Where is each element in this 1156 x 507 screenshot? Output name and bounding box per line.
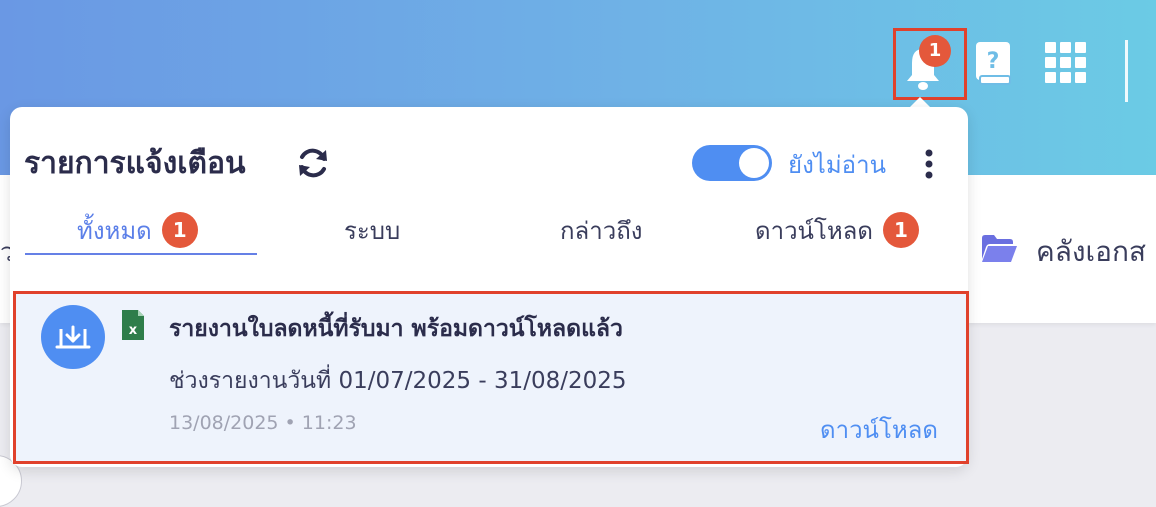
tab-downloads[interactable]: ดาวน์โหลด 1 xyxy=(755,205,919,255)
unread-toggle[interactable] xyxy=(692,145,772,181)
tab-downloads-label: ดาวน์โหลด xyxy=(755,216,873,245)
document-library-link[interactable]: คลังเอกส xyxy=(1036,230,1146,274)
tab-system[interactable]: ระบบ xyxy=(344,205,400,255)
panel-title: รายการแจ้งเตือน xyxy=(24,146,246,181)
toggle-knob xyxy=(739,148,769,178)
download-icon xyxy=(55,325,91,349)
notification-timestamp: 13/08/2025 • 11:23 xyxy=(169,412,357,434)
svg-text:?: ? xyxy=(987,49,1000,74)
active-tab-indicator xyxy=(25,253,257,255)
partial-menu-text: ว xyxy=(0,238,10,268)
tab-all-label: ทั้งหมด xyxy=(77,216,152,245)
unread-toggle-label[interactable]: ยังไม่อ่าน xyxy=(788,145,886,184)
folder-open-icon xyxy=(982,235,1017,262)
excel-file-icon: x xyxy=(122,310,144,340)
tab-system-label: ระบบ xyxy=(344,216,401,245)
download-link[interactable]: ดาวน์โหลด xyxy=(820,410,938,449)
notification-count-badge: 1 xyxy=(919,35,951,67)
tab-downloads-badge: 1 xyxy=(882,212,919,248)
tab-all[interactable]: ทั้งหมด 1 xyxy=(77,205,198,255)
help-book-icon[interactable]: ? xyxy=(974,40,1014,86)
more-options-icon[interactable] xyxy=(919,147,939,183)
header-divider xyxy=(1125,40,1128,102)
notification-title: รายงานใบลดหนี้ที่รับมา พร้อมดาวน์โหลดแล้… xyxy=(169,316,623,342)
tab-all-badge: 1 xyxy=(161,212,198,248)
tab-mentions-label: กล่าวถึง xyxy=(560,216,643,245)
apps-grid-icon[interactable] xyxy=(1045,42,1087,84)
svg-text:x: x xyxy=(129,323,138,338)
notification-description: ช่วงรายงานวันที่ 01/07/2025 - 31/08/2025 xyxy=(169,368,627,394)
notification-type-badge xyxy=(41,305,105,369)
refresh-icon[interactable] xyxy=(296,146,330,180)
tab-mentions[interactable]: กล่าวถึง xyxy=(560,205,642,255)
